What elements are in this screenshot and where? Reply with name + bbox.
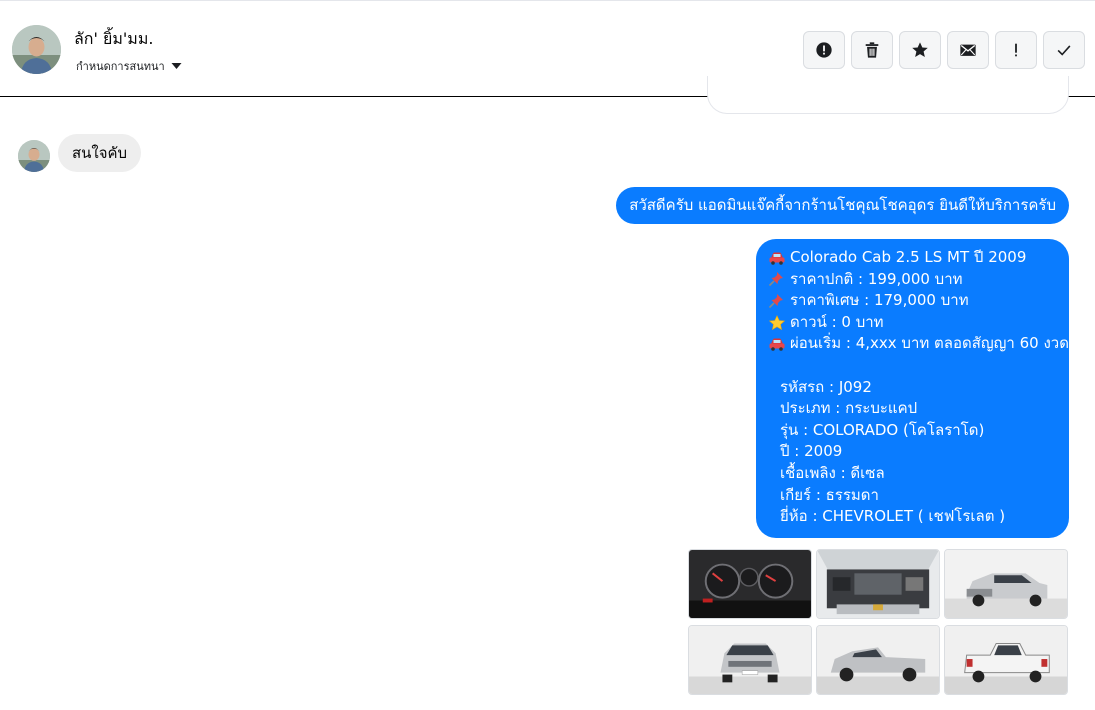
delete-button[interactable] (851, 31, 893, 69)
car-icon (769, 338, 785, 351)
caret-down-icon (171, 63, 182, 69)
alert-circle-icon (816, 42, 832, 58)
rear-photo-image (945, 626, 1067, 694)
spec-line-model: รุ่น : COLORADO (โคโลราโด) (780, 420, 985, 439)
exclamation-icon (1015, 43, 1017, 57)
photo-front-quarter[interactable] (944, 549, 1068, 619)
details-line-installment: ผ่อนเริ่ม : 4,xxx บาท ตลอดสัญญา 60 งวด (768, 333, 1069, 355)
star-emoji-icon (768, 314, 786, 330)
conversation-toolbar (803, 31, 1085, 69)
front-photo-image (689, 626, 811, 694)
done-button[interactable] (1043, 31, 1085, 69)
details-line-down-payment: ดาวน์ : 0 บาท (768, 312, 1057, 334)
sender-avatar[interactable] (18, 140, 50, 172)
previous-message-bubble (707, 76, 1069, 114)
details-line-special-price: ราคาพิเศษ : 179,000 บาท (768, 290, 1057, 312)
pushpin-icon (768, 272, 783, 287)
car-icon (769, 252, 785, 265)
details-line-text: ราคาปกติ : 199,000 บาท (790, 269, 963, 288)
star-icon (912, 42, 928, 58)
photo-dashboard[interactable] (688, 549, 812, 619)
details-line-text: ดาวน์ : 0 บาท (790, 312, 884, 331)
spec-line-code: รหัสรถ : J092 (780, 377, 872, 396)
photo-side[interactable] (816, 625, 940, 695)
contact-avatar[interactable] (12, 25, 61, 74)
conversation-schedule-label: กำหนดการสนทนา (76, 60, 165, 73)
spec-line-type: ประเภท : กระบะแคป (780, 399, 918, 418)
check-icon (1057, 45, 1071, 56)
spec-line-fuel: เชื้อเพลิง : ดีเซล (780, 463, 885, 482)
avatar-image (12, 25, 61, 74)
mark-unread-button[interactable] (947, 31, 989, 69)
conversation-schedule-dropdown[interactable]: กำหนดการสนทนา (76, 57, 182, 75)
details-line-text: Colorado Cab 2.5 LS MT ปี 2009 (790, 248, 1027, 266)
sender-avatar-image (18, 140, 50, 172)
photo-front[interactable] (688, 625, 812, 695)
details-line-regular-price: ราคาปกติ : 199,000 บาท (768, 269, 1057, 291)
photo-attachments (688, 549, 1068, 695)
spam-button[interactable] (995, 31, 1037, 69)
spec-line-brand: ยี่ห้อ : CHEVROLET ( เชฟโรเลต ) (780, 507, 1006, 526)
outgoing-car-details-message[interactable]: Colorado Cab 2.5 LS MT ปี 2009 ราคาปกติ … (756, 239, 1069, 538)
outgoing-greeting-message[interactable]: สวัสดีครับ แอดมินแจ๊คกี้จากร้านโชคุณโชคอ… (616, 187, 1069, 224)
envelope-icon (960, 44, 976, 56)
details-line-model: Colorado Cab 2.5 LS MT ปี 2009 (768, 247, 1057, 269)
spec-line-year: ปี : 2009 (780, 442, 843, 461)
report-button[interactable] (803, 31, 845, 69)
trash-icon (865, 42, 879, 58)
star-button[interactable] (899, 31, 941, 69)
incoming-message[interactable]: สนใจคับ (58, 134, 142, 172)
dashboard-photo-image (689, 550, 811, 618)
engine-photo-image (817, 550, 939, 618)
spec-line-gear: เกียร์ : ธรรมดา (780, 485, 879, 504)
pushpin-icon (768, 293, 783, 309)
details-line-text: ผ่อนเริ่ม : 4,xxx บาท ตลอดสัญญา 60 งวด (790, 334, 1069, 353)
photo-rear[interactable] (944, 625, 1068, 695)
contact-name[interactable]: ลัก' ยิ้ม'มม. (74, 27, 153, 52)
details-line-text: ราคาพิเศษ : 179,000 บาท (790, 291, 969, 310)
photo-engine[interactable] (816, 549, 940, 619)
side-photo-image (817, 626, 939, 694)
details-spacer (768, 355, 1057, 377)
front-quarter-photo-image (945, 550, 1067, 618)
